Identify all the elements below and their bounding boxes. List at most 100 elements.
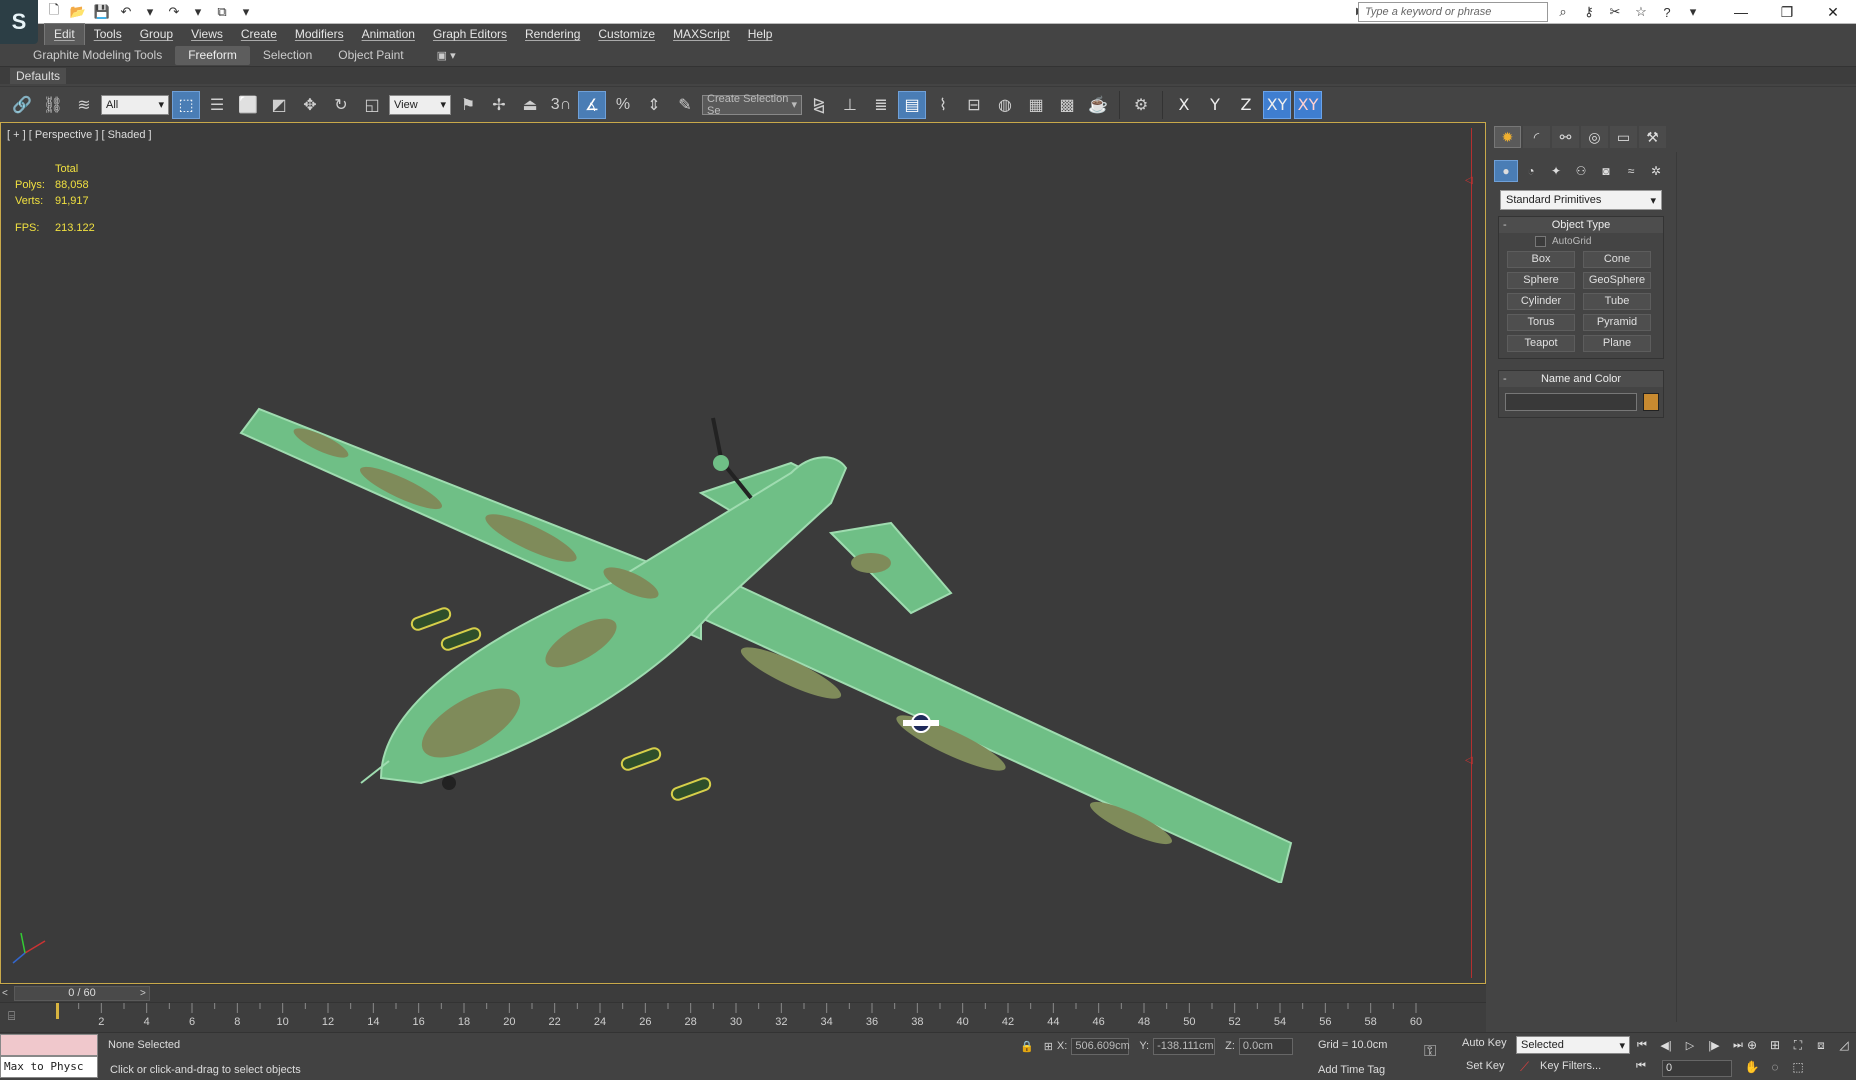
systems-icon[interactable]: ✲	[1644, 160, 1668, 182]
object-name-field[interactable]	[1505, 393, 1637, 411]
material-editor-icon[interactable]: ◍	[991, 91, 1019, 119]
tools-icon[interactable]: ✂	[1604, 2, 1626, 22]
qat-customize-icon[interactable]: ▾	[236, 2, 256, 22]
y-coordinate-field[interactable]: -138.111cm	[1153, 1037, 1216, 1055]
space-warps-icon[interactable]: ≈	[1619, 160, 1643, 182]
track-bar[interactable]: ⌸ 2 4 6 8 10 12 14 16 18 20 22 24 26 28 30 32 34 36 38 40 42…	[0, 1002, 1486, 1032]
render-production-icon[interactable]: ☕	[1084, 91, 1112, 119]
key-selection-dropdown[interactable]: Selected ▾	[1516, 1036, 1630, 1054]
add-time-tag-button[interactable]: Add Time Tag	[1318, 1064, 1385, 1076]
maxscript-output[interactable]	[0, 1034, 98, 1056]
favorites-star-icon[interactable]: ☆	[1630, 2, 1652, 22]
redo-icon[interactable]: ↷	[164, 2, 184, 22]
axis-xy-button[interactable]: XY	[1263, 90, 1291, 119]
window-crossing-icon[interactable]: ◩	[265, 91, 293, 119]
next-frame-icon[interactable]: >	[140, 986, 152, 1001]
auto-key-button[interactable]: Auto Key	[1462, 1037, 1507, 1049]
percent-snap-icon[interactable]: %	[609, 91, 637, 119]
minimize-icon[interactable]: —	[1718, 0, 1764, 24]
ribbon-options-icon[interactable]: ▣ ▾	[437, 49, 456, 62]
menu-animation[interactable]: Animation	[353, 24, 424, 45]
menu-graph-editors[interactable]: Graph Editors	[424, 24, 516, 45]
cameras-icon[interactable]: ⚇	[1569, 160, 1593, 182]
selection-filter-dropdown[interactable]: All ▾	[101, 94, 169, 115]
current-frame-field[interactable]: 0	[1662, 1060, 1732, 1077]
edit-named-selection-icon[interactable]: ✎	[671, 91, 699, 119]
menu-group[interactable]: Group	[131, 24, 182, 45]
menu-edit[interactable]: Edit	[44, 23, 85, 46]
curve-editor-icon[interactable]: ⌇	[929, 91, 957, 119]
object-color-swatch[interactable]	[1643, 393, 1659, 411]
axis-z-button[interactable]: Z	[1232, 91, 1260, 119]
time-slider[interactable]: < 0 / 60 >	[0, 984, 1486, 1002]
viewport-label[interactable]: [ + ] [ Perspective ] [ Shaded ]	[7, 129, 152, 141]
teapot-button[interactable]: Teapot	[1507, 335, 1575, 352]
shapes-icon[interactable]: ◔	[1519, 160, 1543, 182]
app-logo-icon[interactable]: S	[0, 0, 38, 44]
open-file-icon[interactable]: 📂	[68, 2, 88, 22]
align-icon[interactable]: ⊥	[836, 91, 864, 119]
menu-views[interactable]: Views	[182, 24, 232, 45]
helpers-icon[interactable]: ◙	[1594, 160, 1618, 182]
next-frame-icon[interactable]: |▶	[1704, 1036, 1724, 1054]
new-file-icon[interactable]: 🗋	[44, 2, 64, 22]
snaps-toggle-icon[interactable]: 3 ∩	[547, 91, 575, 119]
spinner-snap-icon[interactable]: ⇕	[640, 91, 668, 119]
axis-y-button[interactable]: Y	[1201, 91, 1229, 119]
select-and-move-icon[interactable]: ✥	[296, 91, 324, 119]
create-tab-icon[interactable]: ✹	[1494, 126, 1521, 148]
geometry-icon[interactable]: ●	[1494, 160, 1518, 182]
zoom-all-icon[interactable]: ⊞	[1765, 1036, 1785, 1054]
key-mode-toggle-icon[interactable]: ⏮	[1636, 1060, 1646, 1073]
lights-icon[interactable]: ✦	[1544, 160, 1568, 182]
display-tab-icon[interactable]: ▭	[1610, 126, 1637, 148]
layer-manager-icon[interactable]: ≣	[867, 91, 895, 119]
render-setup-icon[interactable]: ▦	[1022, 91, 1050, 119]
angle-snap-icon[interactable]: ∡	[578, 90, 606, 119]
menu-tools[interactable]: Tools	[85, 24, 131, 45]
torus-button[interactable]: Torus	[1507, 314, 1575, 331]
bind-space-warp-icon[interactable]: ≋	[70, 91, 98, 119]
unlink-selection-icon[interactable]: ⛓	[39, 91, 67, 119]
rectangular-selection-icon[interactable]: ⬜	[234, 91, 262, 119]
pivot-center-icon[interactable]: ⚑	[454, 91, 482, 119]
restore-icon[interactable]: ❐	[1764, 0, 1810, 24]
maximize-viewport-icon[interactable]: ⬚	[1788, 1058, 1808, 1076]
undo-icon[interactable]: ↶	[116, 2, 136, 22]
tab-freeform[interactable]: Freeform	[175, 46, 250, 65]
play-icon[interactable]: ▷	[1680, 1036, 1700, 1054]
menu-customize[interactable]: Customize	[589, 24, 664, 45]
select-by-name-icon[interactable]: ☰	[203, 91, 231, 119]
modify-tab-icon[interactable]: ◜	[1523, 126, 1550, 148]
orbit-icon[interactable]: ◌	[1765, 1058, 1785, 1076]
time-slider-thumb[interactable]: 0 / 60	[14, 986, 150, 1001]
zoom-extents-all-icon[interactable]: ⧈	[1811, 1036, 1831, 1054]
tab-selection[interactable]: Selection	[250, 46, 325, 65]
axis-x-button[interactable]: X	[1170, 91, 1198, 119]
named-selection-sets-dropdown[interactable]: Create Selection Se ▾	[702, 93, 802, 117]
project-folder-icon[interactable]: ⧉	[212, 2, 232, 22]
search-input[interactable]: Type a keyword or phrase	[1358, 2, 1548, 22]
tube-button[interactable]: Tube	[1583, 293, 1651, 310]
toggle-scene-explorer-icon[interactable]: ⚙	[1127, 91, 1155, 119]
menu-rendering[interactable]: Rendering	[516, 24, 589, 45]
go-to-start-icon[interactable]: ⏮	[1632, 1036, 1652, 1054]
tab-object-paint[interactable]: Object Paint	[325, 46, 416, 65]
mirror-icon[interactable]: ⧎	[805, 91, 833, 119]
z-coordinate-field[interactable]: 0.0cm	[1238, 1037, 1293, 1055]
drone-model[interactable]	[231, 283, 1311, 883]
lock-selection-icon[interactable]: 🔒	[1020, 1040, 1034, 1053]
reference-coordinate-dropdown[interactable]: View ▾	[389, 94, 451, 115]
help-icon[interactable]: ?	[1656, 2, 1678, 22]
pan-view-icon[interactable]: ✋	[1742, 1058, 1762, 1076]
select-and-rotate-icon[interactable]: ↻	[327, 91, 355, 119]
menu-maxscript[interactable]: MAXScript	[664, 24, 739, 45]
field-of-view-icon[interactable]: ◿	[1834, 1036, 1854, 1054]
tab-graphite-modeling-tools[interactable]: Graphite Modeling Tools	[20, 46, 175, 65]
current-frame-marker[interactable]	[56, 1003, 59, 1019]
select-and-scale-icon[interactable]: ◱	[358, 91, 386, 119]
binoculars-icon[interactable]: ⌕	[1552, 2, 1574, 22]
default-in-out-tangents-icon[interactable]: ⟋	[1520, 1059, 1529, 1075]
absolute-mode-icon[interactable]: ⊞	[1044, 1040, 1053, 1053]
select-object-icon[interactable]: ⬚	[172, 90, 200, 119]
